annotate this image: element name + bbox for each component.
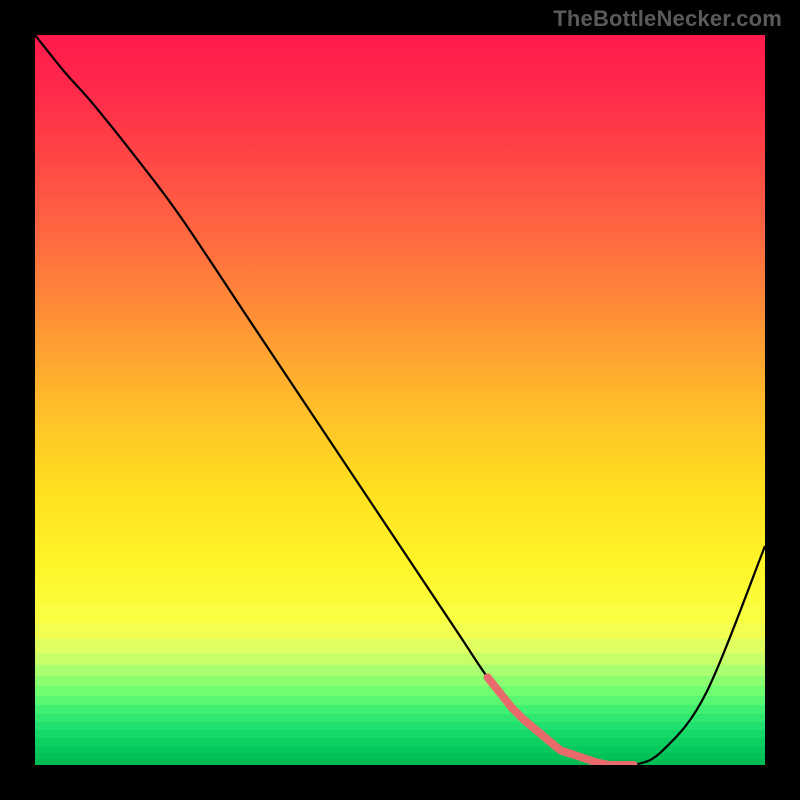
bottom-stripes [35, 605, 765, 765]
chart-area [35, 35, 765, 765]
watermark-text: TheBottleNecker.com [553, 6, 782, 32]
bottleneck-curve [35, 35, 765, 765]
